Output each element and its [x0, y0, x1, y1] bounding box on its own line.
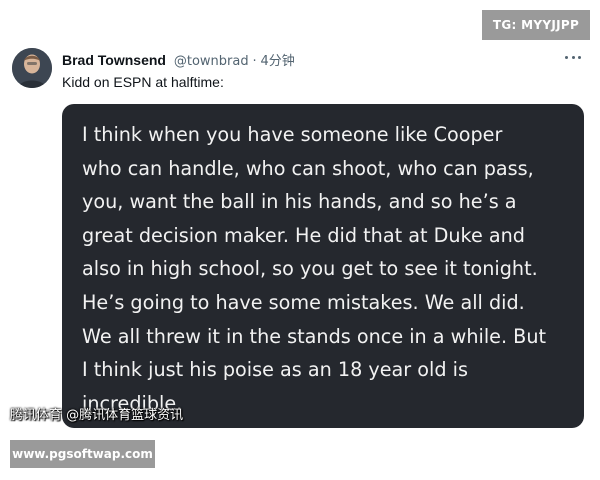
more-dot-icon	[578, 55, 581, 59]
tweet-media-image[interactable]: I think when you have someone like Coope…	[62, 104, 584, 428]
site-url-badge: www.pgsoftwap.com	[10, 440, 155, 468]
more-dot-icon	[571, 55, 575, 59]
avatar-portrait-icon	[12, 48, 52, 88]
tweet-timestamp[interactable]: 4分钟	[261, 54, 295, 69]
media-quote-text: I think when you have someone like Coope…	[82, 123, 547, 415]
more-horizontal-icon[interactable]	[562, 48, 584, 66]
author-line: Brad Townsend @townbrad · 4分钟	[62, 50, 295, 69]
author-name[interactable]: Brad Townsend	[62, 52, 166, 68]
tg-watermark-badge: TG: MYYJJPP	[482, 10, 590, 40]
author-handle[interactable]: @townbrad	[174, 54, 249, 69]
avatar[interactable]	[12, 48, 52, 88]
more-dot-icon	[565, 55, 568, 59]
tweet-text: Kidd on ESPN at halftime:	[62, 74, 224, 90]
separator-dot: ·	[252, 54, 257, 69]
source-watermark: 腾讯体育 @腾讯体育篮球资讯	[10, 408, 184, 423]
